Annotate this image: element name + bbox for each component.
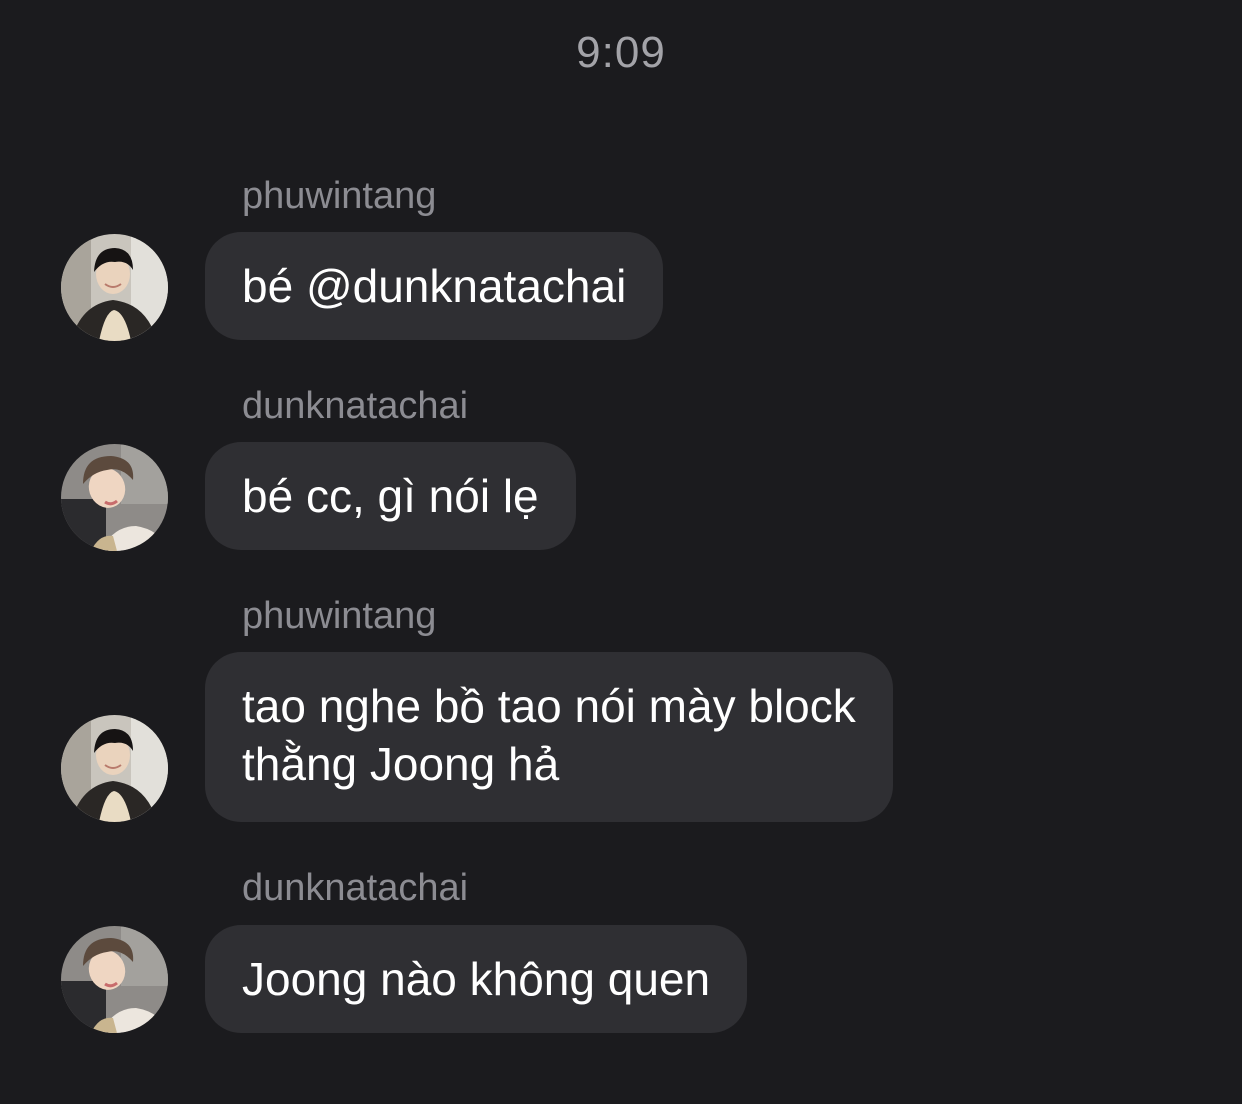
message-bubble[interactable]: Joong nào không quen <box>205 925 748 1033</box>
sender-name[interactable]: phuwintang <box>242 174 436 218</box>
message-bubble[interactable]: tao nghe bồ tao nói mày block thằng Joon… <box>205 652 893 822</box>
message-text-line-2: thằng Joong hả <box>242 738 560 790</box>
profile-photo-icon <box>61 444 168 551</box>
message-text: Joong nào không quen <box>242 953 711 1005</box>
profile-photo-icon <box>61 926 168 1033</box>
avatar[interactable] <box>61 715 168 822</box>
message-bubble[interactable]: bé @dunknatachai <box>205 232 664 340</box>
profile-photo-icon <box>61 715 168 822</box>
message-bubble[interactable]: bé cc, gì nói lẹ <box>205 442 576 550</box>
message-text: bé cc, gì nói lẹ <box>242 470 539 522</box>
sender-name[interactable]: phuwintang <box>242 594 436 638</box>
avatar[interactable] <box>61 234 168 341</box>
message-text: bé @dunknatachai <box>242 260 627 312</box>
profile-photo-icon <box>61 234 168 341</box>
avatar[interactable] <box>61 444 168 551</box>
chat-timestamp: 9:09 <box>576 28 666 77</box>
sender-name[interactable]: dunknatachai <box>242 866 468 910</box>
sender-name[interactable]: dunknatachai <box>242 384 468 428</box>
avatar[interactable] <box>61 926 168 1033</box>
message-text-line-1: tao nghe bồ tao nói mày block <box>242 680 856 732</box>
